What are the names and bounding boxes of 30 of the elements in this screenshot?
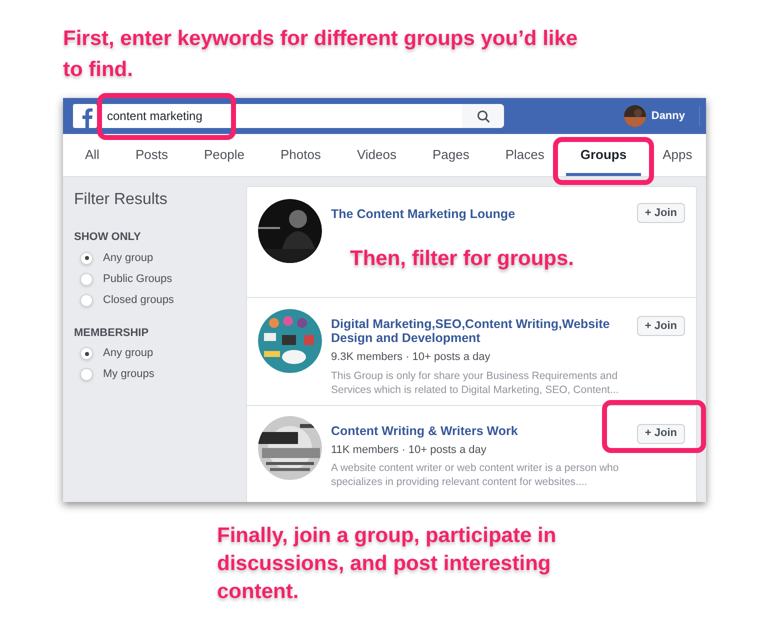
search-tab[interactable]: Videos	[342, 134, 410, 176]
user-name[interactable]: Danny	[651, 108, 685, 124]
annotation-text: Finally, join a group, participate in discussions, and post interesting content.	[217, 523, 558, 605]
group-title[interactable]: Digital Marketing,SEO,Content Writing,Website Design and Development	[331, 317, 636, 345]
search-tab[interactable]: Photos	[266, 134, 335, 176]
radio-label[interactable]: My groups	[103, 366, 154, 383]
search-tab[interactable]: Posts	[121, 134, 182, 176]
search-tab[interactable]: Places	[491, 134, 558, 176]
group-title[interactable]: Content Writing & Writers Work	[331, 424, 636, 438]
search-tab[interactable]: Apps	[648, 134, 706, 176]
search-tab[interactable]: People	[190, 134, 258, 176]
join-button[interactable]: + Join	[636, 424, 685, 444]
radio-label[interactable]: Closed groups	[103, 292, 174, 308]
group-title[interactable]: The Content Marketing Lounge	[331, 207, 636, 221]
search-tab[interactable]: All	[71, 134, 114, 176]
group-meta: 9.3K members · 10+ posts a day	[331, 350, 492, 365]
group-description: A website content writer or web content writer is a person who specializes in providing relevant content for websites....	[331, 461, 620, 489]
annotation-text: Then, filter for groups.	[350, 246, 574, 272]
radio-label[interactable]: Public Groups	[103, 270, 172, 288]
group-meta: 11K members · 10+ posts a day	[331, 442, 488, 458]
join-button[interactable]: + Join	[636, 203, 685, 223]
section-heading: SHOW ONLY	[74, 230, 142, 245]
search-tab[interactable]: Pages	[418, 134, 484, 176]
group-description: This Group is only for share your Business Requirements and Services which is related to Digital Marketing, SEO, Content...	[331, 368, 620, 396]
sidebar-title: Filter Results	[74, 190, 168, 210]
section-heading: MEMBERSHIP	[74, 326, 150, 340]
radio-label[interactable]: Any group	[103, 250, 154, 266]
join-button[interactable]: + Join	[636, 316, 685, 336]
annotation-text: First, enter keywords for different groups you’d like to find.	[63, 26, 579, 83]
radio-label[interactable]: Any group	[103, 345, 154, 362]
